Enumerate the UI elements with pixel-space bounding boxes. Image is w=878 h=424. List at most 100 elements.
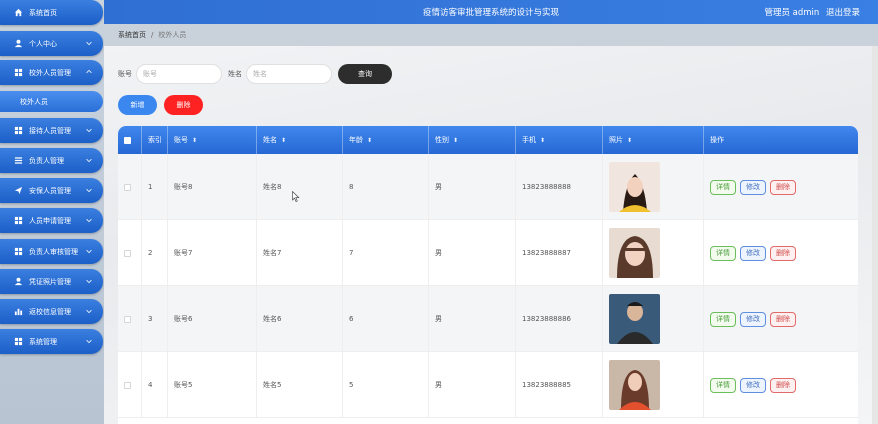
cell-age: 5 bbox=[343, 352, 429, 418]
logout-link[interactable]: 退出登录 bbox=[826, 8, 860, 18]
select-all-cell[interactable] bbox=[118, 126, 142, 154]
header-photo[interactable]: 照片 ⬍ bbox=[603, 126, 704, 154]
sort-icon: ⬍ bbox=[627, 136, 633, 144]
table-row: 4 账号5 姓名5 5 男 13823888885 详情 修改 删除 bbox=[118, 352, 858, 418]
sidebar-subitem-visitors[interactable]: 校外人员 bbox=[0, 91, 103, 112]
sidebar-item-return[interactable]: 返校信息管理 bbox=[0, 299, 103, 324]
header-phone[interactable]: 手机 ⬍ bbox=[516, 126, 603, 154]
table-row: 1 账号8 姓名8 8 男 13823888888 详情 修改 删除 bbox=[118, 154, 858, 220]
cell-index: 3 bbox=[142, 286, 168, 352]
cell-phone: 13823888885 bbox=[516, 352, 603, 418]
cell-phone: 13823888887 bbox=[516, 220, 603, 286]
cell-name: 姓名7 bbox=[257, 220, 343, 286]
sidebar-item-label: 返校信息管理 bbox=[29, 307, 71, 316]
home-icon bbox=[14, 8, 23, 17]
send-icon bbox=[14, 186, 23, 195]
chevron-down-icon bbox=[86, 279, 92, 284]
remove-button[interactable]: 删除 bbox=[770, 179, 796, 195]
sidebar-item-label: 安保人员管理 bbox=[29, 186, 71, 195]
detail-button[interactable]: 详情 bbox=[710, 245, 736, 261]
sidebar-item-photos[interactable]: 凭证照片管理 bbox=[0, 269, 103, 294]
edit-button[interactable]: 修改 bbox=[740, 377, 766, 393]
chevron-down-icon bbox=[86, 128, 92, 133]
visitor-photo[interactable] bbox=[609, 294, 660, 344]
sidebar-item-label: 个人中心 bbox=[29, 39, 57, 48]
sidebar-item-label: 校外人员管理 bbox=[29, 68, 71, 77]
breadcrumb-separator: / bbox=[151, 31, 154, 39]
row-checkbox[interactable] bbox=[124, 183, 131, 191]
remove-button[interactable]: 删除 bbox=[770, 245, 796, 261]
name-input[interactable]: 姓名 bbox=[246, 64, 332, 84]
admin-label: 管理员 admin bbox=[764, 8, 820, 18]
delete-button[interactable]: 删除 bbox=[164, 95, 203, 115]
grid-icon bbox=[14, 126, 23, 135]
cell-age: 6 bbox=[343, 286, 429, 352]
cell-phone: 13823888886 bbox=[516, 286, 603, 352]
sidebar-item-receptionists[interactable]: 接待人员管理 bbox=[0, 118, 103, 143]
detail-button[interactable]: 详情 bbox=[710, 311, 736, 327]
grid-icon bbox=[14, 337, 23, 346]
remove-button[interactable]: 删除 bbox=[770, 311, 796, 327]
cell-name: 姓名5 bbox=[257, 352, 343, 418]
sort-icon: ⬍ bbox=[281, 136, 287, 144]
add-button[interactable]: 新增 bbox=[118, 95, 157, 115]
cell-name: 姓名8 bbox=[257, 154, 343, 220]
sidebar-item-managers[interactable]: 负责人管理 bbox=[0, 148, 103, 173]
cell-age: 8 bbox=[343, 154, 429, 220]
visitor-photo[interactable] bbox=[609, 228, 660, 278]
sidebar-item-home[interactable]: 系统首页 bbox=[0, 0, 103, 25]
cell-phone: 13823888888 bbox=[516, 154, 603, 220]
search-bar: 账号 账号 姓名 姓名 查询 bbox=[118, 64, 392, 84]
table-header: 索引 账号 ⬍ 姓名 ⬍ 年龄 ⬍ 性别 ⬍ 手机 ⬍ 照片 ⬍ 操作 bbox=[118, 126, 858, 154]
cell-photo bbox=[603, 154, 704, 220]
breadcrumb-current: 校外人员 bbox=[158, 31, 187, 39]
visitor-photo[interactable] bbox=[609, 360, 660, 410]
header-ops: 操作 bbox=[710, 136, 724, 144]
detail-button[interactable]: 详情 bbox=[710, 179, 736, 195]
sidebar-item-applications[interactable]: 人员申请管理 bbox=[0, 208, 103, 233]
person-icon bbox=[14, 277, 23, 286]
header-age[interactable]: 年龄 ⬍ bbox=[343, 126, 429, 154]
edit-button[interactable]: 修改 bbox=[740, 179, 766, 195]
sidebar-item-visitors[interactable]: 校外人员管理 bbox=[0, 60, 103, 85]
query-button[interactable]: 查询 bbox=[338, 64, 392, 84]
sort-icon: ⬍ bbox=[453, 136, 459, 144]
cell-gender: 男 bbox=[429, 220, 516, 286]
chevron-down-icon bbox=[86, 249, 92, 254]
cell-account: 账号8 bbox=[168, 154, 257, 220]
sidebar-item-security[interactable]: 安保人员管理 bbox=[0, 178, 103, 203]
grid-icon bbox=[14, 216, 23, 225]
remove-button[interactable]: 删除 bbox=[770, 377, 796, 393]
sidebar-item-personal[interactable]: 个人中心 bbox=[0, 31, 103, 56]
user-area: 管理员 admin 退出登录 bbox=[764, 6, 860, 18]
account-label: 账号 bbox=[118, 70, 132, 78]
header-name[interactable]: 姓名 ⬍ bbox=[257, 126, 343, 154]
select-all-checkbox[interactable] bbox=[124, 136, 131, 144]
edit-button[interactable]: 修改 bbox=[740, 311, 766, 327]
chevron-down-icon bbox=[86, 41, 92, 46]
cell-gender: 男 bbox=[429, 286, 516, 352]
header-index: 索引 bbox=[142, 126, 168, 154]
header-account[interactable]: 账号 ⬍ bbox=[168, 126, 257, 154]
sidebar-item-system[interactable]: 系统管理 bbox=[0, 329, 103, 354]
sidebar-item-reviews[interactable]: 负责人审核管理 bbox=[0, 239, 103, 264]
chevron-down-icon bbox=[86, 218, 92, 223]
account-input[interactable]: 账号 bbox=[136, 64, 222, 84]
edit-button[interactable]: 修改 bbox=[740, 245, 766, 261]
breadcrumb-home[interactable]: 系统首页 bbox=[118, 30, 146, 40]
row-checkbox[interactable] bbox=[124, 315, 131, 323]
row-checkbox[interactable] bbox=[124, 381, 131, 389]
sort-icon: ⬍ bbox=[367, 136, 373, 144]
visitor-photo[interactable] bbox=[609, 162, 660, 212]
scrollbar[interactable] bbox=[872, 46, 878, 424]
cell-gender: 男 bbox=[429, 352, 516, 418]
sidebar-item-label: 凭证照片管理 bbox=[29, 277, 71, 286]
detail-button[interactable]: 详情 bbox=[710, 377, 736, 393]
table-row: 2 账号7 姓名7 7 男 13823888887 详情 修改 删除 bbox=[118, 220, 858, 286]
grid-icon bbox=[14, 68, 23, 77]
person-icon bbox=[14, 39, 23, 48]
cell-photo bbox=[603, 286, 704, 352]
row-checkbox[interactable] bbox=[124, 249, 131, 257]
header-gender[interactable]: 性别 ⬍ bbox=[429, 126, 516, 154]
cell-gender: 男 bbox=[429, 154, 516, 220]
